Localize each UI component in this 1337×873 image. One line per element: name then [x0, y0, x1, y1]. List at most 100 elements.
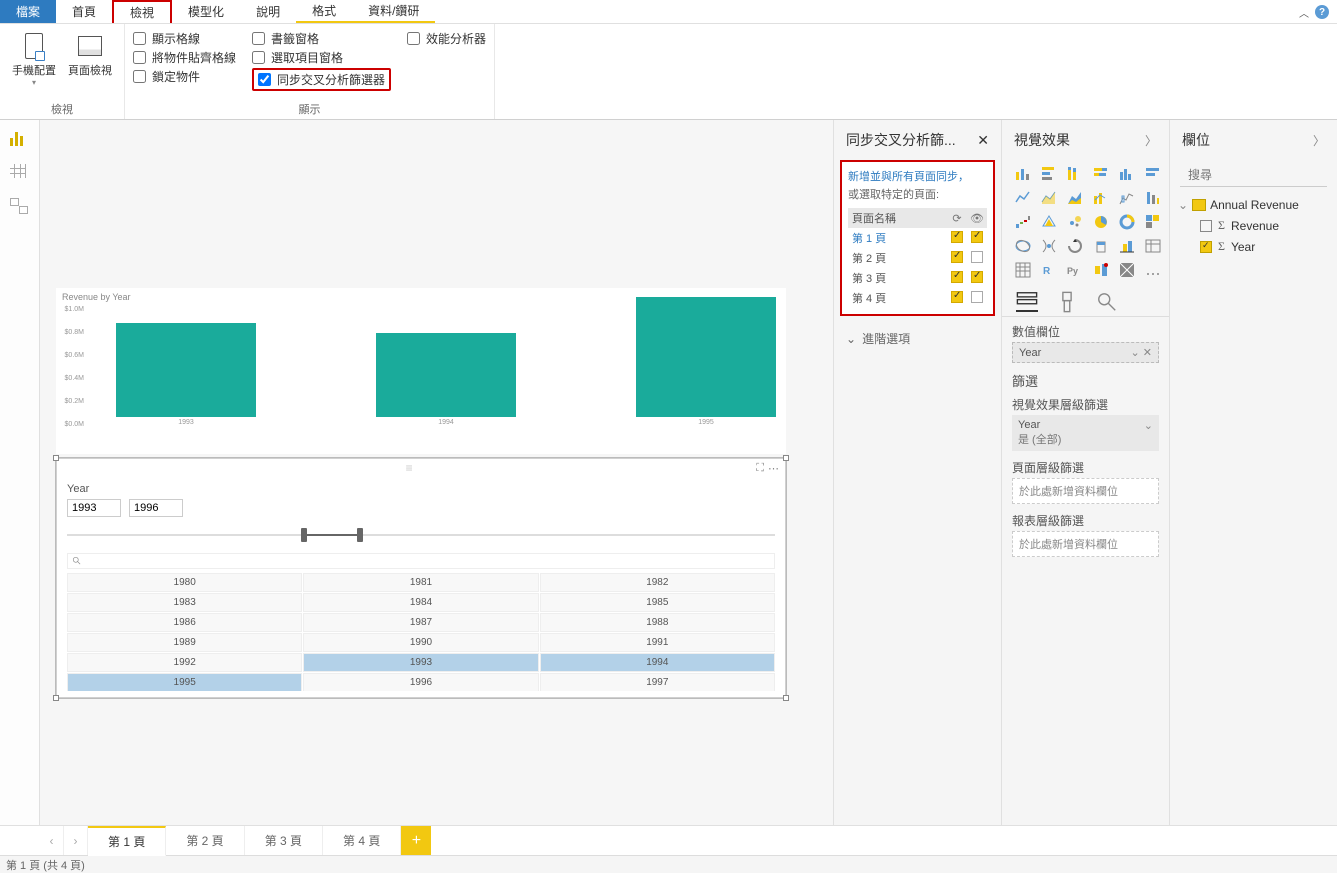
year-cell[interactable]: 1991 [540, 633, 775, 652]
report-filter-dropzone[interactable]: 於此處新增資料欄位 [1012, 531, 1159, 557]
phone-layout-button[interactable]: 手機配置 ▾ [8, 28, 60, 99]
report-canvas[interactable]: Revenue by Year $1.0M$0.8M$0.6M $0.4M$0.… [40, 120, 833, 825]
viz-type-icon[interactable]: Py [1064, 260, 1086, 280]
sync-checkbox[interactable] [947, 271, 967, 286]
viz-type-icon[interactable] [1064, 212, 1086, 232]
viz-type-icon[interactable] [1142, 164, 1164, 184]
bookmarks-pane-checkbox[interactable]: 書籤窗格 [252, 30, 391, 47]
format-tab-icon[interactable] [1056, 292, 1078, 312]
visible-checkbox[interactable] [967, 271, 987, 286]
slicer-from-input[interactable] [67, 499, 121, 517]
viz-type-icon[interactable] [1038, 188, 1060, 208]
chevron-right-icon[interactable]: 〉 [1145, 132, 1157, 149]
viz-type-icon[interactable] [1012, 212, 1034, 232]
viz-type-icon[interactable] [1142, 188, 1164, 208]
viz-type-icon[interactable] [1064, 236, 1086, 256]
year-cell[interactable]: 1985 [540, 593, 775, 612]
fields-search-input[interactable] [1188, 168, 1337, 182]
page-tab[interactable]: 第 2 頁 [166, 826, 244, 855]
model-view-icon[interactable] [10, 198, 30, 214]
year-cell[interactable]: 1988 [540, 613, 775, 632]
year-cell[interactable]: 1997 [540, 673, 775, 691]
page-filter-dropzone[interactable]: 於此處新增資料欄位 [1012, 478, 1159, 504]
field-checkbox[interactable] [1200, 220, 1212, 232]
year-cell[interactable]: 1981 [303, 573, 538, 592]
collapse-ribbon-icon[interactable]: ︿ [1299, 5, 1309, 20]
field-item[interactable]: ΣRevenue [1178, 215, 1329, 236]
page-next-button[interactable]: › [64, 826, 88, 855]
snap-to-grid-checkbox[interactable]: 將物件貼齊格線 [133, 49, 236, 66]
advanced-options-toggle[interactable]: ⌄ 進階選項 [834, 322, 1001, 355]
viz-type-icon[interactable] [1038, 212, 1060, 232]
visual-filter-card[interactable]: Year 是 (全部) ⌄ [1012, 415, 1159, 451]
sync-checkbox[interactable] [947, 291, 967, 306]
sync-page-name[interactable]: 第 3 頁 [848, 270, 947, 286]
year-cell[interactable]: 1992 [67, 653, 302, 672]
tab-data-drill[interactable]: 資料/鑽研 [352, 0, 435, 23]
viz-type-icon[interactable] [1064, 188, 1086, 208]
viz-type-icon[interactable] [1116, 260, 1138, 280]
year-cell[interactable]: 1987 [303, 613, 538, 632]
viz-type-icon[interactable] [1142, 212, 1164, 232]
sync-page-name[interactable]: 第 2 頁 [848, 250, 947, 266]
viz-type-icon[interactable] [1064, 164, 1086, 184]
data-view-icon[interactable] [10, 164, 30, 180]
slicer-visual[interactable]: ≡ ⛶ ⋯ Year [56, 458, 786, 698]
viz-type-icon[interactable] [1038, 236, 1060, 256]
performance-analyzer-checkbox[interactable]: 效能分析器 [407, 30, 486, 47]
field-checkbox[interactable] [1200, 241, 1212, 253]
tab-modeling[interactable]: 模型化 [172, 0, 240, 23]
viz-type-icon[interactable] [1012, 188, 1034, 208]
drag-handle-icon[interactable]: ≡ [63, 461, 756, 475]
close-icon[interactable]: ✕ [977, 132, 989, 149]
sync-page-name[interactable]: 第 4 頁 [848, 290, 947, 306]
year-cell[interactable]: 1996 [303, 673, 538, 691]
visible-checkbox[interactable] [967, 291, 987, 306]
visible-checkbox[interactable] [967, 231, 987, 246]
more-options-icon[interactable]: ⋯ [768, 462, 779, 475]
value-field-well[interactable]: Year ⌄ ✕ [1012, 342, 1159, 363]
tab-home[interactable]: 首頁 [56, 0, 112, 23]
viz-type-icon[interactable] [1038, 164, 1060, 184]
year-cell[interactable]: 1989 [67, 633, 302, 652]
viz-type-icon[interactable] [1116, 212, 1138, 232]
tab-help[interactable]: 說明 [240, 0, 296, 23]
viz-type-icon[interactable] [1116, 164, 1138, 184]
chart-bar[interactable] [116, 323, 256, 417]
fields-tab-icon[interactable] [1016, 292, 1038, 312]
show-gridlines-checkbox[interactable]: 顯示格線 [133, 30, 236, 47]
viz-type-icon[interactable] [1090, 260, 1112, 280]
viz-type-icon[interactable] [1116, 188, 1138, 208]
viz-type-icon[interactable] [1142, 260, 1164, 280]
sync-page-name[interactable]: 第 1 頁 [848, 230, 947, 246]
year-cell[interactable]: 1986 [67, 613, 302, 632]
page-tab[interactable]: 第 4 頁 [323, 826, 401, 855]
year-cell[interactable]: 1980 [67, 573, 302, 592]
sync-checkbox[interactable] [947, 251, 967, 266]
tab-format[interactable]: 格式 [296, 0, 352, 23]
year-cell[interactable]: 1995 [67, 673, 302, 691]
sync-all-pages-link[interactable]: 新增並與所有頁面同步， [848, 168, 987, 184]
fields-search[interactable] [1180, 164, 1327, 187]
year-cell[interactable]: 1983 [67, 593, 302, 612]
viz-type-icon[interactable] [1012, 164, 1034, 184]
help-icon[interactable]: ? [1315, 5, 1329, 19]
viz-type-icon[interactable] [1090, 212, 1112, 232]
year-cell[interactable]: 1990 [303, 633, 538, 652]
report-view-icon[interactable] [10, 130, 30, 146]
lock-objects-checkbox[interactable]: 鎖定物件 [133, 68, 236, 85]
sync-checkbox[interactable] [947, 231, 967, 246]
field-item[interactable]: ΣYear [1178, 236, 1329, 257]
viz-type-icon[interactable] [1012, 236, 1034, 256]
viz-type-icon[interactable] [1090, 188, 1112, 208]
analytics-tab-icon[interactable] [1096, 292, 1118, 312]
chart-bar[interactable] [376, 333, 516, 417]
tab-view[interactable]: 檢視 [112, 0, 172, 23]
viz-type-icon[interactable] [1116, 236, 1138, 256]
focus-mode-icon[interactable]: ⛶ [756, 462, 764, 475]
chart-bar[interactable] [636, 297, 776, 417]
field-table-header[interactable]: ⌄ Annual Revenue [1178, 195, 1329, 215]
year-cell[interactable]: 1993 [303, 653, 538, 672]
slicer-to-input[interactable] [129, 499, 183, 517]
viz-type-icon[interactable] [1142, 236, 1164, 256]
